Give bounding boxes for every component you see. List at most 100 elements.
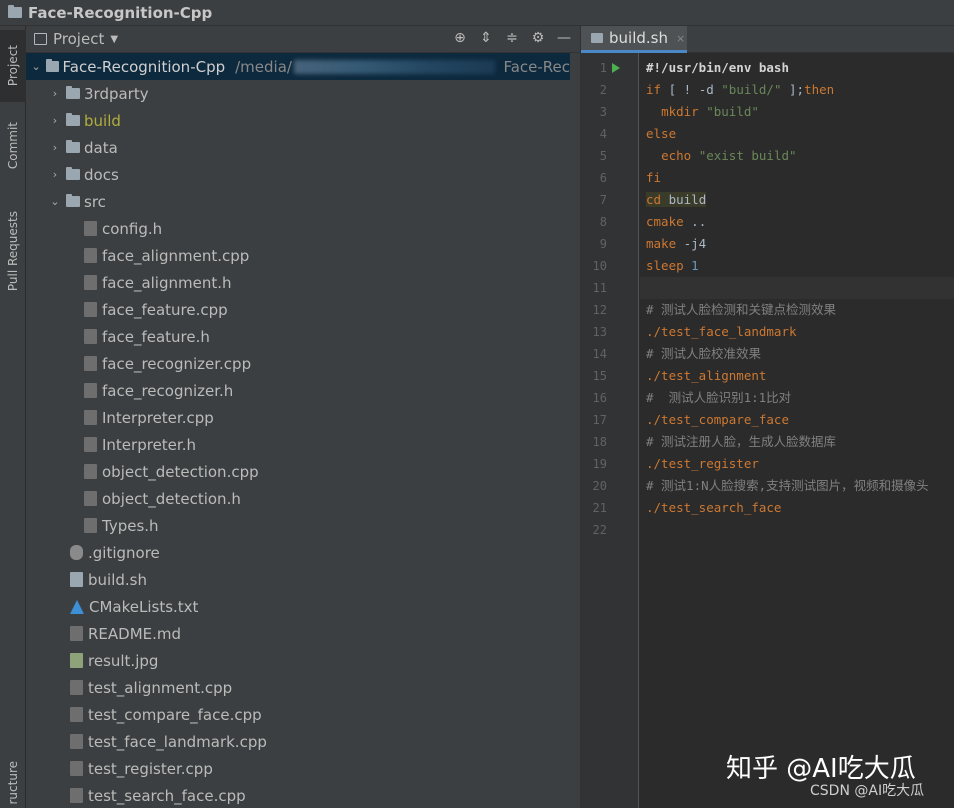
cpp-file-icon [84,464,97,479]
title-bar: Face-Recognition-Cpp [0,0,954,26]
chevron-down-icon[interactable]: ⌄ [48,195,62,208]
tree-file[interactable]: README.md [26,620,570,647]
code-line[interactable]: cd build [640,189,954,211]
code-line[interactable]: ./test_search_face [640,497,954,519]
tree-folder[interactable]: › docs [26,161,570,188]
chevron-right-icon[interactable]: › [48,87,62,100]
code-line[interactable]: # 测试人脸校准效果 [640,343,954,365]
chevron-right-icon[interactable]: › [48,168,62,181]
tree-file[interactable]: test_face_landmark.cpp [26,728,570,755]
hide-icon[interactable]: — [556,30,572,46]
line-number: 3 [599,105,607,119]
tree-file[interactable]: .gitignore [26,539,570,566]
code-line[interactable]: else [640,123,954,145]
tree-file[interactable]: face_recognizer.h [26,377,570,404]
run-icon[interactable] [612,63,620,73]
code-line[interactable]: # 测试人脸检测和关键点检测效果 [640,299,954,321]
tool-tab-pull-requests[interactable]: Pull Requests [0,196,26,306]
tree-item-label: README.md [88,624,182,643]
tool-tab-project[interactable]: Project [0,30,26,102]
code-line[interactable]: mkdir "build" [640,101,954,123]
tree-file[interactable]: Types.h [26,512,570,539]
code-line[interactable]: echo "exist build" [640,145,954,167]
code-line[interactable] [640,277,954,299]
code-line[interactable]: ./test_face_landmark [640,321,954,343]
editor-tab-bar: build.sh × [581,26,954,53]
tree-file[interactable]: object_detection.cpp [26,458,570,485]
code-line[interactable]: make -j4 [640,233,954,255]
line-number: 12 [592,303,607,317]
tree-item-label: test_face_landmark.cpp [88,732,267,751]
chevron-right-icon[interactable]: › [48,114,62,127]
tree-file[interactable]: test_compare_face.cpp [26,701,570,728]
shell-file-icon [70,572,83,587]
folder-icon [66,86,80,99]
gear-icon[interactable]: ⚙ [530,30,546,46]
project-toolbar: ⊕ ⇕ ≑ ⚙ — [452,30,572,46]
folder-icon [8,5,22,18]
chevron-down-icon[interactable]: ▼ [110,34,118,45]
tree-folder[interactable]: › data [26,134,570,161]
close-icon[interactable]: × [676,32,685,45]
code-line[interactable]: # 测试注册人脸，生成人脸数据库 [640,431,954,453]
tree-item-label: face_feature.h [102,327,210,346]
tree-folder[interactable]: › 3rdparty [26,80,570,107]
expand-all-icon[interactable]: ⇕ [478,30,494,46]
tree-file[interactable]: Interpreter.cpp [26,404,570,431]
tree-file[interactable]: CMakeLists.txt [26,593,570,620]
tree-file[interactable]: Interpreter.h [26,431,570,458]
tree-file[interactable]: test_alignment.cpp [26,674,570,701]
code-line[interactable]: ./test_alignment [640,365,954,387]
tree-file[interactable]: test_register.cpp [26,755,570,782]
tree-file[interactable]: face_feature.h [26,323,570,350]
tree-file[interactable]: result.jpg [26,647,570,674]
tool-tab-structure[interactable]: ructure [0,758,26,808]
code-line[interactable]: # 测试1:N人脸搜索,支持测试图片，视频和摄像头 [640,475,954,497]
code-line[interactable]: #!/usr/bin/env bash [640,57,954,79]
tree-file[interactable]: object_detection.h [26,485,570,512]
project-tree[interactable]: ⌄ Face-Recognition-Cpp /media/ Face-Rec … [26,53,580,808]
code-line[interactable]: ./test_register [640,453,954,475]
tree-file[interactable]: face_recognizer.cpp [26,350,570,377]
tab-build-sh[interactable]: build.sh × [581,26,687,53]
chevron-down-icon[interactable]: ⌄ [30,60,42,73]
code-line[interactable]: fi [640,167,954,189]
line-number: 16 [592,391,607,405]
tree-item-label: docs [84,165,119,184]
tree-file[interactable]: face_alignment.h [26,269,570,296]
tree-file[interactable]: face_alignment.cpp [26,242,570,269]
tool-tab-commit[interactable]: Commit [0,110,26,182]
code-line[interactable]: sleep 1 [640,255,954,277]
code-line[interactable]: cmake .. [640,211,954,233]
cpp-file-icon [84,356,97,371]
tree-file[interactable]: config.h [26,215,570,242]
tree-file[interactable]: test_search_face.cpp [26,782,570,808]
tree-item-label: Interpreter.h [102,435,196,454]
tree-folder[interactable]: › build [26,107,570,134]
tree-item-label: test_register.cpp [88,759,213,778]
tree-folder[interactable]: ⌄ src [26,188,570,215]
code-line[interactable]: if [ ! -d "build/" ];then [640,79,954,101]
locate-icon[interactable]: ⊕ [452,30,468,46]
code-line[interactable]: # 测试人脸识别1:1比对 [640,387,954,409]
tree-item-label: CMakeLists.txt [89,597,199,616]
line-number-gutter[interactable]: 1 2 3 4 5 6 7 8 9 10 11 12 13 14 15 16 17 18 19 20 21 22 [581,53,639,808]
code-line[interactable] [640,519,954,541]
chevron-right-icon[interactable]: › [48,141,62,154]
folder-icon [66,194,80,207]
tree-file[interactable]: build.sh [26,566,570,593]
folder-icon [66,113,80,126]
code-area[interactable]: #!/usr/bin/env bash if [ ! -d "build/" ];… [640,53,954,808]
tree-item-label: .gitignore [88,543,160,562]
collapse-all-icon[interactable]: ≑ [504,30,520,46]
line-number: 2 [599,83,607,97]
header-file-icon [84,275,97,290]
line-number: 7 [599,193,607,207]
tree-file[interactable]: face_feature.cpp [26,296,570,323]
project-view-selector[interactable]: Project [53,30,104,48]
tool-tab-label: ructure [6,761,20,805]
header-file-icon [84,383,97,398]
code-line[interactable]: ./test_compare_face [640,409,954,431]
project-view-icon [34,33,47,45]
tree-root[interactable]: ⌄ Face-Recognition-Cpp /media/ Face-Rec [26,53,570,80]
